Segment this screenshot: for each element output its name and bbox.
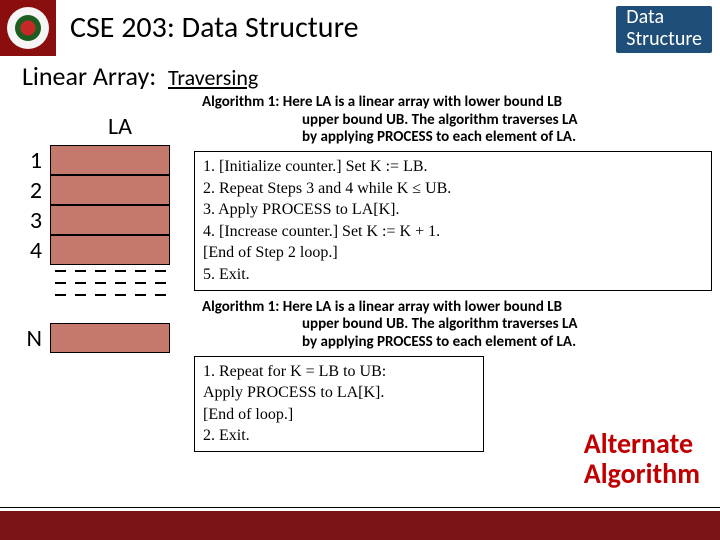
section-subtopic: Traversing: [168, 64, 258, 91]
algo-step: 3. Apply PROCESS to LA[K].: [203, 199, 703, 221]
alternate-algorithm-label: Alternate Algorithm: [584, 429, 700, 488]
algo-step: 1. Repeat for K = LB to UB:: [203, 361, 475, 383]
alt-line1: Alternate: [584, 429, 700, 458]
algo-heading-line: Algorithm 1: Here LA is a linear array w…: [202, 299, 712, 317]
badge-line2: Structure: [626, 28, 702, 50]
array-label: LA: [50, 112, 190, 141]
university-logo: [0, 0, 56, 56]
array-cell: [50, 235, 170, 265]
algo-step: 2. Exit.: [203, 425, 475, 447]
course-title: CSE 203: Data Structure: [56, 9, 359, 46]
algo-step: 4. [Increase counter.] Set K := K + 1.: [203, 221, 703, 243]
algorithm-1-steps: 1. [Initialize counter.] Set K := LB. 2.…: [194, 151, 712, 291]
algo-heading-line: upper bound UB. The algorithm traverses …: [202, 316, 712, 334]
array-diagram: LA 1 2 3 4 N: [0, 92, 190, 460]
algo-step: Apply PROCESS to LA[K].: [203, 382, 475, 404]
array-cell: [50, 145, 170, 175]
slide-header: CSE 203: Data Structure Data Structure: [0, 0, 720, 56]
algo-heading-line: Algorithm 1: Here LA is a linear array w…: [202, 94, 712, 112]
array-index: 4: [0, 236, 50, 265]
algo-heading-line: upper bound UB. The algorithm traverses …: [202, 112, 712, 130]
array-cell: [50, 175, 170, 205]
array-cell: [50, 323, 170, 353]
algo-step: 5. Exit.: [203, 264, 703, 286]
algo-step: [End of Step 2 loop.]: [203, 242, 703, 264]
algo-heading-line: by applying PROCESS to each element of L…: [202, 129, 712, 147]
array-index: 3: [0, 206, 50, 235]
ellipsis-row: [50, 289, 170, 301]
section-label: Linear Array:: [22, 60, 156, 92]
algo-step: 1. [Initialize counter.] Set K := LB.: [203, 156, 703, 178]
badge-line1: Data: [626, 6, 702, 28]
course-badge: Data Structure: [616, 6, 712, 53]
array-index: 1: [0, 146, 50, 175]
slide-footer: [0, 510, 720, 540]
algo-step: 2. Repeat Steps 3 and 4 while K ≤ UB.: [203, 178, 703, 200]
algorithm-2-steps: 1. Repeat for K = LB to UB: Apply PROCES…: [194, 356, 484, 452]
ellipsis-row: [50, 265, 170, 277]
algo-heading-line: by applying PROCESS to each element of L…: [202, 334, 712, 352]
alt-line2: Algorithm: [584, 459, 700, 488]
algo-step: [End of loop.]: [203, 404, 475, 426]
array-index-last: N: [0, 324, 50, 353]
section-heading: Linear Array: Traversing: [0, 56, 720, 92]
algorithm-2-heading: Algorithm 1: Here LA is a linear array w…: [194, 299, 712, 352]
ellipsis-row: [50, 277, 170, 289]
array-cell: [50, 205, 170, 235]
array-index: 2: [0, 176, 50, 205]
algorithm-1-heading: Algorithm 1: Here LA is a linear array w…: [194, 94, 712, 147]
